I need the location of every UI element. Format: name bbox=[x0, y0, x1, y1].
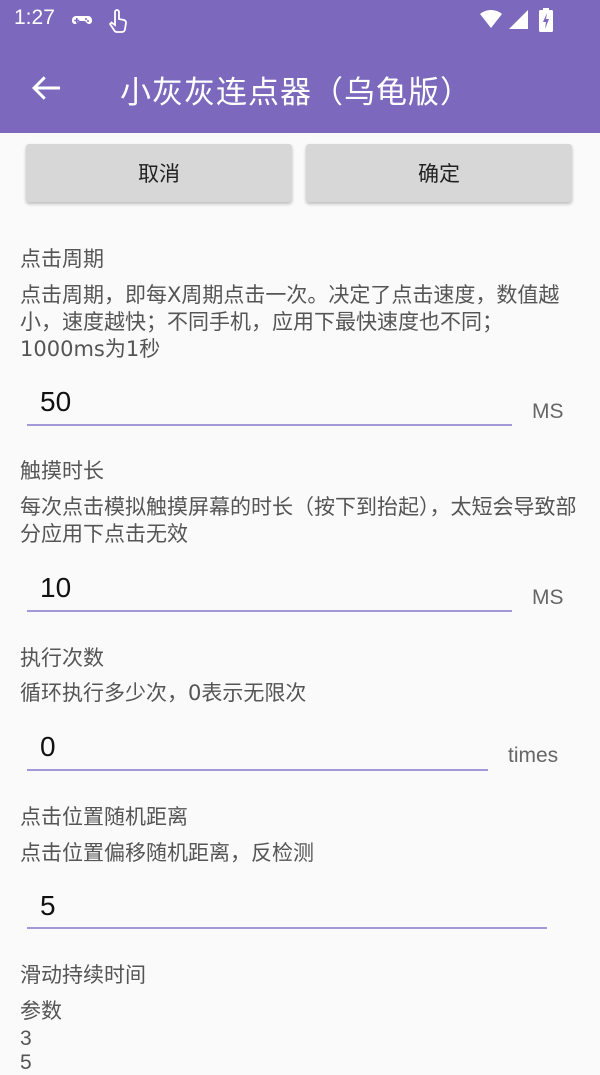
param-line: 3 bbox=[20, 1027, 32, 1050]
repeat-count-input[interactable]: 0 bbox=[40, 731, 56, 763]
setting-desc-click-period: 点击周期，即每X周期点击一次。决定了点击速度，数值越小，速度越快；不同手机，应用… bbox=[20, 283, 560, 361]
page-title: 小灰灰连点器（乌龟版） bbox=[120, 75, 472, 111]
setting-desc-swipe-duration: 参数 bbox=[20, 999, 62, 1023]
click-period-unit: MS bbox=[532, 400, 564, 423]
signal-icon bbox=[507, 8, 529, 34]
random-offset-underline bbox=[27, 927, 547, 929]
setting-desc-repeat-count: 循环执行多少次，0表示无限次 bbox=[20, 681, 307, 705]
setting-title-random-offset: 点击位置随机距离 bbox=[20, 805, 188, 829]
app-bar: 小灰灰连点器（乌龟版） bbox=[0, 40, 600, 133]
status-bar: 1:27 bbox=[0, 0, 600, 40]
battery-icon bbox=[538, 8, 554, 36]
click-period-underline bbox=[27, 424, 512, 426]
setting-title-repeat-count: 执行次数 bbox=[20, 646, 104, 670]
setting-desc-random-offset: 点击位置偏移随机距离，反检测 bbox=[20, 841, 314, 865]
touch-duration-unit: MS bbox=[532, 586, 564, 609]
repeat-count-underline bbox=[27, 769, 488, 771]
touch-duration-underline bbox=[27, 610, 512, 612]
cancel-button[interactable]: 取消 bbox=[26, 144, 292, 202]
gamepad-icon bbox=[70, 8, 94, 36]
repeat-count-unit: times bbox=[508, 744, 559, 767]
back-button[interactable] bbox=[22, 64, 70, 112]
random-offset-input[interactable]: 5 bbox=[40, 890, 56, 922]
arrow-left-icon bbox=[32, 76, 60, 100]
setting-title-click-period: 点击周期 bbox=[20, 247, 104, 271]
setting-desc-touch-duration: 每次点击模拟触摸屏幕的时长（按下到抬起），太短会导致部分应用下点击无效 bbox=[20, 495, 577, 546]
touch-icon bbox=[106, 8, 130, 38]
wifi-icon bbox=[479, 8, 503, 34]
setting-title-swipe-duration: 滑动持续时间 bbox=[20, 963, 146, 987]
status-time: 1:27 bbox=[14, 6, 55, 29]
confirm-button[interactable]: 确定 bbox=[306, 144, 572, 202]
param-line: 5 bbox=[20, 1051, 32, 1074]
setting-title-touch-duration: 触摸时长 bbox=[20, 459, 104, 483]
click-period-input[interactable]: 50 bbox=[40, 386, 71, 418]
touch-duration-input[interactable]: 10 bbox=[40, 572, 71, 604]
